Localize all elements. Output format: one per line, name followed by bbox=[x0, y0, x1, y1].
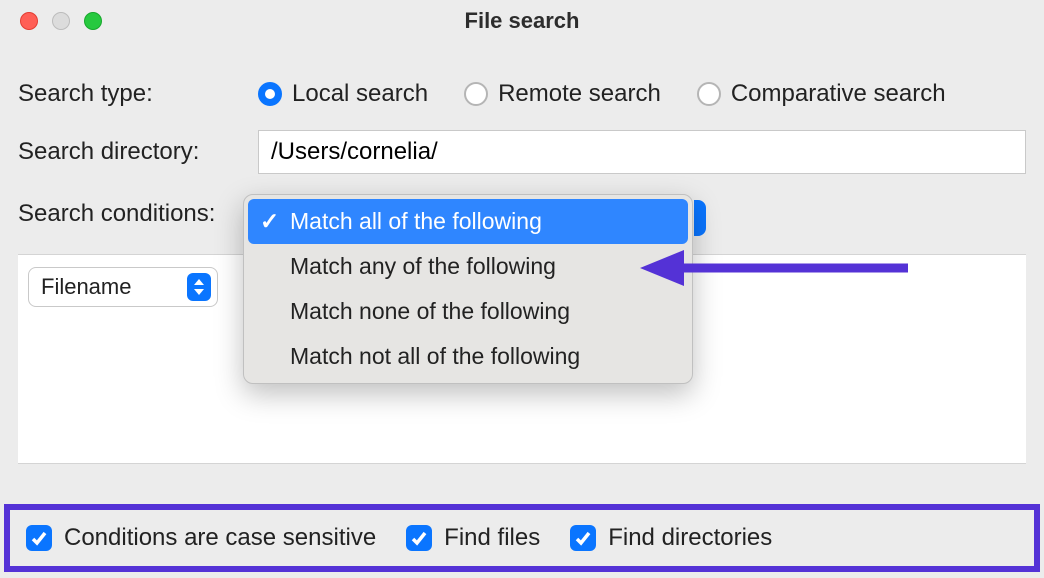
annotation-arrow-icon bbox=[640, 248, 910, 288]
radio-remote-label: Remote search bbox=[498, 80, 661, 108]
checkbox-checked-icon bbox=[26, 525, 52, 551]
checkbox-find-files-label: Find files bbox=[444, 524, 540, 552]
conditions-dropdown-menu: Match all of the following Match any of … bbox=[243, 194, 693, 384]
chevron-updown-icon bbox=[187, 273, 211, 301]
checkbox-checked-icon bbox=[570, 525, 596, 551]
radio-remote-search[interactable]: Remote search bbox=[464, 80, 661, 108]
window-title: File search bbox=[0, 8, 1044, 34]
titlebar: File search bbox=[0, 0, 1044, 42]
menu-item-match-any[interactable]: Match any of the following bbox=[248, 244, 688, 289]
file-search-window: File search Search type: Local search Re… bbox=[0, 0, 1044, 578]
menu-item-match-all[interactable]: Match all of the following bbox=[248, 199, 688, 244]
checkbox-find-files[interactable]: Find files bbox=[406, 524, 540, 552]
radio-dot-icon bbox=[697, 82, 721, 106]
search-directory-input[interactable] bbox=[258, 130, 1026, 174]
radio-dot-icon bbox=[464, 82, 488, 106]
menu-item-match-none[interactable]: Match none of the following bbox=[248, 289, 688, 334]
search-type-row: Search type: Local search Remote search … bbox=[0, 74, 1044, 114]
checkbox-checked-icon bbox=[406, 525, 432, 551]
checkbox-find-directories[interactable]: Find directories bbox=[570, 524, 772, 552]
search-type-radios: Local search Remote search Comparative s… bbox=[258, 80, 946, 108]
radio-dot-icon bbox=[258, 82, 282, 106]
checkbox-case-sensitive[interactable]: Conditions are case sensitive bbox=[26, 524, 376, 552]
search-type-label: Search type: bbox=[18, 80, 258, 108]
rule-field-value: Filename bbox=[41, 274, 131, 300]
search-directory-label: Search directory: bbox=[18, 138, 258, 166]
conditions-select-edge bbox=[694, 200, 706, 236]
bottom-options-panel: Conditions are case sensitive Find files… bbox=[4, 504, 1040, 572]
radio-comparative-search[interactable]: Comparative search bbox=[697, 80, 946, 108]
checkbox-case-sensitive-label: Conditions are case sensitive bbox=[64, 524, 376, 552]
search-directory-row: Search directory: bbox=[0, 124, 1044, 180]
checkbox-find-directories-label: Find directories bbox=[608, 524, 772, 552]
search-conditions-label: Search conditions: bbox=[18, 200, 258, 228]
radio-comparative-label: Comparative search bbox=[731, 80, 946, 108]
rule-field-select[interactable]: Filename bbox=[28, 267, 218, 307]
menu-item-match-not-all[interactable]: Match not all of the following bbox=[248, 334, 688, 379]
radio-local-label: Local search bbox=[292, 80, 428, 108]
radio-local-search[interactable]: Local search bbox=[258, 80, 428, 108]
